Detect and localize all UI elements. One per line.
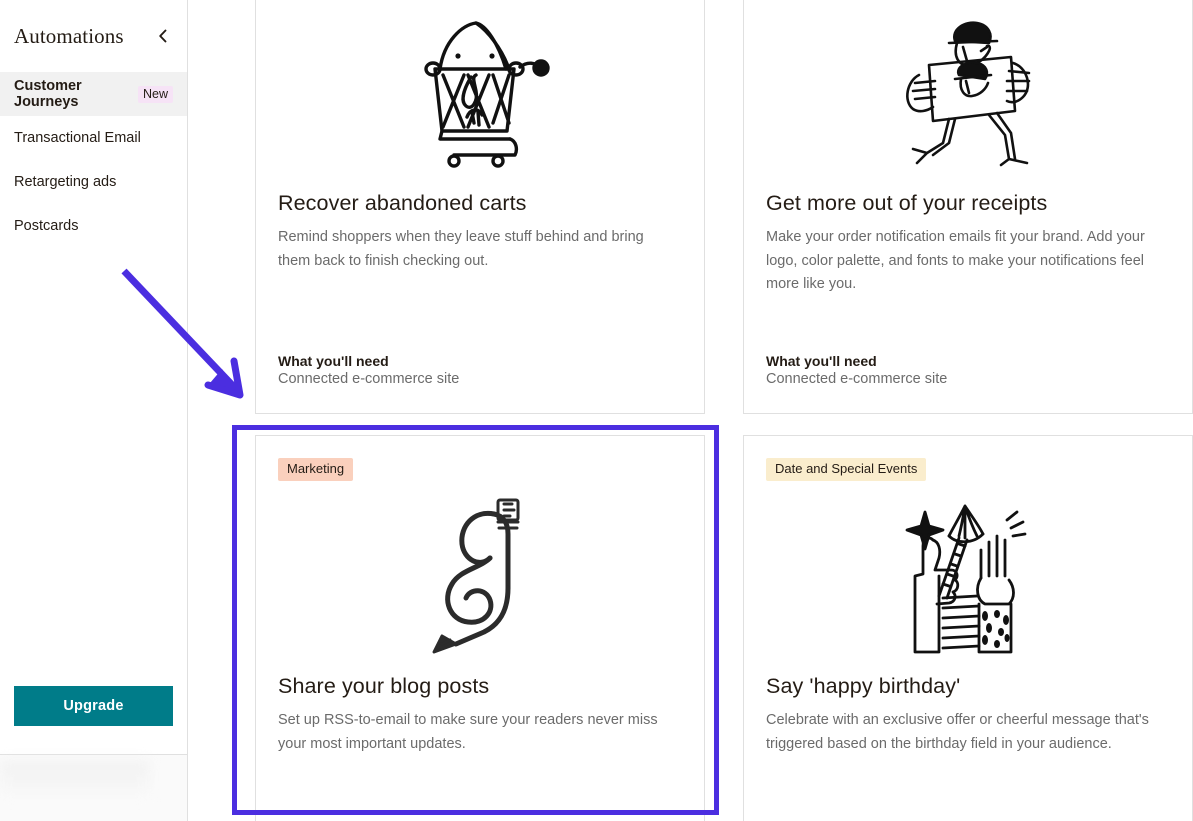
shopping-cart-face-illustration: [278, 4, 682, 182]
card-description: Remind shoppers when they leave stuff be…: [278, 229, 644, 269]
card-get-more-out-of-your-receipts[interactable]: E-commerce: [743, 0, 1193, 414]
annotation-arrow-icon: [121, 268, 244, 399]
card-title: Share your blog posts: [278, 674, 490, 699]
sidebar-item-label: Customer Journeys: [14, 78, 82, 110]
person-holding-sign-illustration: [766, 4, 1170, 182]
card-say-happy-birthday[interactable]: Date and Special Events Say 'happy birth…: [743, 435, 1193, 821]
sidebar-footer: [0, 755, 187, 821]
sidebar-footer-placeholder: [0, 761, 150, 801]
sidebar-item-customer-journeys[interactable]: Customer Journeys New: [0, 72, 187, 116]
card-description: Make your order notification emails fit …: [766, 229, 1145, 293]
card-share-your-blog-posts[interactable]: Marketing Share your blog posts Set up R…: [255, 435, 705, 821]
sidebar-item-transactional-email[interactable]: Transactional Email: [0, 116, 187, 160]
sidebar-item-postcards[interactable]: Postcards: [0, 204, 187, 248]
card-footer: What you'll need Connected e-commerce si…: [278, 331, 682, 387]
card-title: Say 'happy birthday': [766, 674, 961, 699]
card-title: Get more out of your receipts: [766, 191, 1048, 216]
new-badge: New: [137, 85, 173, 103]
upgrade-container: Upgrade: [0, 686, 187, 754]
automations-page: Automations Customer Journeys New Transa…: [0, 0, 1193, 821]
thumbs-up-celebration-illustration: [766, 487, 1170, 665]
sidebar-item-label: Postcards: [14, 218, 79, 234]
automation-card-grid: E-commerce: [255, 0, 1193, 821]
card-description: Set up RSS-to-email to make sure your re…: [278, 712, 658, 752]
chevron-left-icon[interactable]: [153, 26, 173, 46]
sidebar-header: Automations: [0, 0, 187, 72]
requirements-label: What you'll need: [278, 353, 389, 369]
sidebar-item-label: Transactional Email: [14, 130, 141, 146]
card-title: Recover abandoned carts: [278, 191, 527, 216]
curled-pencil-rss-illustration: [278, 487, 682, 665]
card-footer: What you'll need Connected e-commerce si…: [766, 331, 1170, 387]
sidebar-title: Automations: [14, 23, 124, 48]
card-recover-abandoned-carts[interactable]: E-commerce: [255, 0, 705, 414]
category-badge: Date and Special Events: [766, 458, 927, 482]
requirements-label: What you'll need: [766, 353, 877, 369]
sidebar-item-label: Retargeting ads: [14, 174, 117, 190]
sidebar-nav: Customer Journeys New Transactional Emai…: [0, 72, 187, 248]
requirements-value: Connected e-commerce site: [766, 371, 948, 387]
sidebar: Automations Customer Journeys New Transa…: [0, 0, 188, 821]
main-content: E-commerce: [188, 0, 1193, 821]
card-description: Celebrate with an exclusive offer or che…: [766, 712, 1149, 752]
sidebar-item-retargeting-ads[interactable]: Retargeting ads: [0, 160, 187, 204]
upgrade-button[interactable]: Upgrade: [14, 686, 173, 726]
requirements-value: Connected e-commerce site: [278, 371, 460, 387]
category-badge: Marketing: [278, 458, 354, 482]
